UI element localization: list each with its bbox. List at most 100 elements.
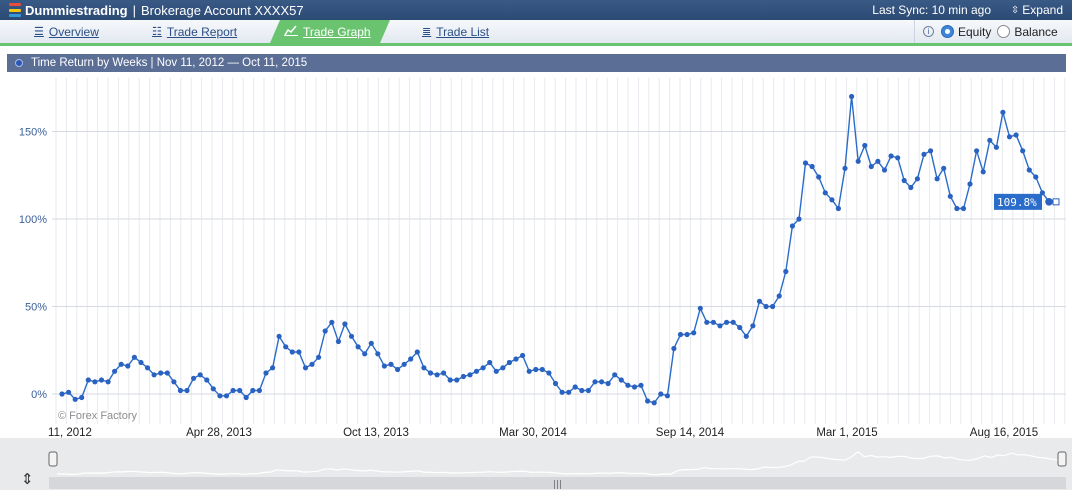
data-point (671, 345, 677, 352)
data-point (322, 328, 328, 334)
data-point (441, 370, 447, 376)
data-point (520, 352, 526, 359)
chart-canvas: 0% 50% 100% 150% © Forex Factory 109.8% 11,… (0, 72, 1072, 490)
data-point (427, 370, 434, 376)
data-point (1006, 134, 1013, 140)
data-point (717, 323, 723, 329)
y-tick-label: 50% (25, 302, 47, 314)
tab-label: Trade Report (166, 24, 238, 39)
data-point (618, 377, 624, 383)
data-point (395, 366, 401, 373)
data-point (1033, 174, 1039, 180)
data-point (585, 387, 592, 394)
data-point (862, 142, 868, 149)
data-point (263, 370, 269, 376)
data-point (612, 372, 618, 378)
data-point (631, 384, 638, 390)
data-point (967, 181, 973, 187)
account-name: Brokerage Account XXXX57 (140, 2, 304, 18)
y-tick-label: 100% (19, 214, 47, 226)
data-point (467, 372, 473, 378)
data-point (283, 344, 289, 350)
data-point (809, 163, 815, 170)
y-tick-label: 150% (19, 127, 47, 139)
data-point (895, 155, 901, 161)
navigator-right-handle[interactable] (1057, 451, 1067, 467)
trade-report-icon: ☷ (152, 26, 162, 38)
balance-radio[interactable] (997, 25, 1011, 38)
data-point (125, 363, 131, 369)
x-tick-label: Mar 30, 2014 (499, 427, 567, 439)
data-point (1045, 198, 1053, 206)
data-point (296, 349, 302, 355)
data-point (691, 330, 697, 336)
tab-label: Trade Graph (303, 24, 371, 39)
tab-overview[interactable]: ☰ Overview (34, 20, 99, 43)
equity-label: Equity (958, 24, 992, 39)
data-point (421, 365, 427, 371)
data-point (375, 351, 381, 357)
data-point (158, 370, 164, 376)
x-tick-label: Sep 14, 2014 (656, 427, 725, 439)
tab-label: Overview (48, 24, 99, 39)
x-tick-label: Oct 13, 2013 (343, 427, 409, 439)
data-point (526, 368, 532, 374)
equity-chart: 0% 50% 100% 150% © Forex Factory 109.8% 11,… (0, 72, 1072, 490)
data-point (480, 365, 486, 371)
data-point (552, 380, 559, 387)
grip-icon[interactable]: ||| (553, 480, 562, 490)
data-point (776, 293, 782, 299)
trade-list-icon: ≣ (422, 26, 432, 38)
overview-icon: ☰ (34, 26, 44, 38)
data-point (487, 359, 493, 366)
data-point (368, 340, 374, 346)
data-point (473, 368, 480, 374)
tab-trade-graph[interactable]: Trade Graph (270, 20, 390, 43)
info-icon[interactable]: i (923, 26, 934, 37)
resize-arrows-icon[interactable]: ⇕ (21, 470, 34, 488)
data-point (750, 323, 756, 329)
data-point (677, 331, 684, 338)
navigator-scrollbar[interactable]: ||| ⇕ (0, 438, 1072, 490)
data-point (783, 268, 789, 275)
data-point (993, 144, 1000, 150)
data-point (164, 370, 170, 376)
data-point (184, 387, 190, 394)
data-point (816, 174, 822, 180)
data-point (223, 393, 230, 399)
equity-radio[interactable] (941, 25, 954, 38)
data-point (638, 382, 644, 388)
data-point (625, 382, 631, 388)
tab-trade-report[interactable]: ☷ Trade Report (152, 20, 237, 43)
data-point (960, 205, 967, 212)
data-point (566, 389, 572, 395)
data-point (888, 153, 894, 159)
navigator-left-handle[interactable] (48, 451, 58, 467)
data-point (131, 354, 137, 360)
panel-header: Time Return by Weeks | Nov 11, 2012 — Oc… (7, 54, 1066, 72)
logo-bar (9, 3, 21, 6)
brand-name: Dummiestrading (25, 2, 128, 18)
data-point (493, 368, 499, 374)
data-point (250, 387, 256, 394)
data-point (92, 379, 98, 385)
data-point (914, 176, 921, 182)
tab-label: Trade List (436, 24, 490, 39)
data-point (572, 384, 578, 390)
data-point (210, 386, 216, 392)
data-point (434, 372, 440, 378)
data-point (217, 393, 223, 399)
tab-bar: ☰ Overview ☷ Trade Report Trade Graph ≣ … (0, 20, 1072, 46)
data-point (355, 344, 361, 350)
panel-title: Time Return by Weeks | Nov 11, 2012 — Oc… (31, 57, 308, 69)
data-point (513, 356, 519, 362)
x-tick-label: 11, 2012 (48, 427, 92, 439)
tab-trade-list[interactable]: ≣ Trade List (422, 20, 489, 43)
data-point (302, 365, 309, 371)
data-point (592, 379, 598, 385)
data-point (1013, 132, 1019, 138)
data-point (460, 373, 466, 380)
expand-button[interactable]: ⇳ Expand (1011, 3, 1063, 17)
data-point (756, 298, 763, 304)
data-point (171, 379, 177, 385)
